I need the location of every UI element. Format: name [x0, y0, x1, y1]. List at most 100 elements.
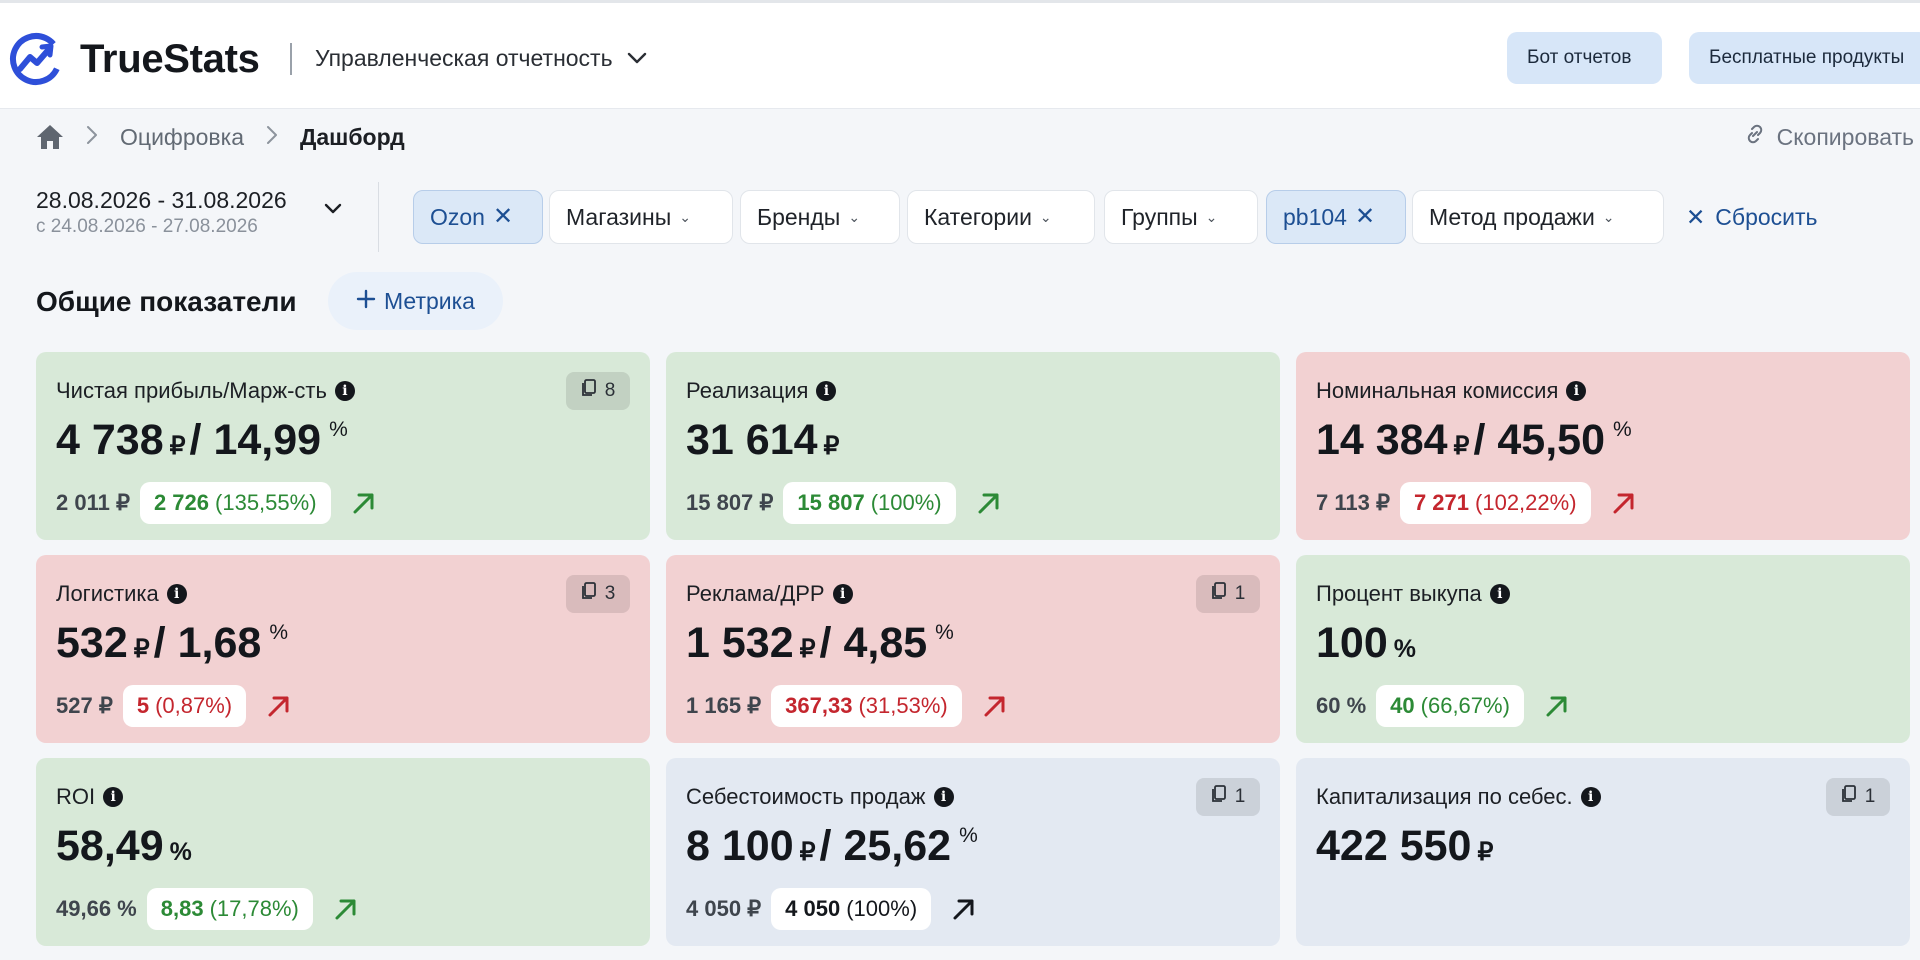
copy-link-label: Скопировать: [1776, 123, 1914, 150]
chevron-down-icon: [627, 52, 647, 64]
card-value-currency: ₽: [799, 635, 816, 663]
card-value-currency: ₽: [133, 635, 150, 663]
delta-percent: (100%): [870, 490, 942, 515]
info-icon[interactable]: i: [103, 787, 124, 807]
delta-value: 15 807: [797, 490, 865, 515]
free-products-button[interactable]: Бесплатные продукты: [1689, 32, 1920, 84]
filter-chip-sale-method[interactable]: Метод продажи ⌄: [1412, 190, 1664, 244]
card-title: ROI i: [56, 784, 124, 810]
document-icon: [581, 582, 597, 606]
card-value-number: 100: [1316, 619, 1388, 667]
header-divider: [290, 43, 292, 75]
card-value-number: 422 550: [1316, 822, 1472, 870]
info-icon[interactable]: i: [1580, 787, 1601, 807]
metric-card-roi[interactable]: ROI i 58,49% 49,66 % 8,83 (17,78%): [36, 758, 650, 946]
delta-percent: (100%): [846, 896, 918, 921]
truestats-logo-icon[interactable]: [8, 31, 64, 87]
card-value-percent: 4,85: [843, 619, 928, 667]
delta-pill: 5 (0,87%): [122, 685, 247, 727]
badge-count: 1: [1234, 786, 1246, 807]
filter-chip-marketplace[interactable]: Ozon ✕: [413, 190, 543, 244]
info-icon[interactable]: i: [816, 381, 837, 401]
filter-divider: [378, 182, 379, 252]
plus-icon: [356, 288, 376, 315]
metric-card-buyout-rate[interactable]: Процент выкупа i 100% 60 % 40 (66,67%): [1296, 555, 1910, 743]
report-bot-button[interactable]: Бот отчетов: [1507, 32, 1662, 84]
delta-value: 5: [136, 693, 150, 718]
filter-chip-categories[interactable]: Категории ⌄: [907, 190, 1095, 244]
filter-chip-brands[interactable]: Бренды ⌄: [740, 190, 900, 244]
card-value-number: 31 614: [686, 416, 818, 464]
info-icon[interactable]: i: [334, 381, 355, 401]
card-value: 532 ₽/1,68%: [56, 619, 288, 668]
card-comparison: 527 ₽ 5 (0,87%): [56, 685, 292, 727]
card-count-badge[interactable]: 3: [566, 575, 630, 613]
card-value-percent: 25,62: [843, 822, 952, 870]
filter-chip-pb104[interactable]: pb104 ✕: [1266, 190, 1406, 244]
info-icon[interactable]: i: [1489, 584, 1510, 604]
percent-sign: %: [935, 621, 954, 644]
breadcrumb: Оцифровка Дашборд: [36, 118, 405, 156]
previous-value: 49,66 %: [56, 896, 137, 921]
metric-card-cost-of-sales[interactable]: Себестоимость продаж i 1 8 100 ₽/25,62% 4 …: [666, 758, 1280, 946]
copy-link-button[interactable]: Скопировать: [1743, 118, 1914, 156]
date-range-compare: с 24.08.2026 - 27.08.2026: [36, 216, 258, 237]
card-comparison: 1 165 ₽ 367,33 (31,53%): [686, 685, 1008, 727]
card-count-badge[interactable]: 1: [1196, 778, 1260, 816]
card-value-currency: ₽: [169, 432, 186, 460]
report-section-select[interactable]: Управленческая отчетность: [315, 33, 647, 83]
card-count-badge[interactable]: 1: [1826, 778, 1890, 816]
delta-pill: 15 807 (100%): [783, 482, 956, 524]
filter-chip-label: Категории: [924, 203, 1032, 230]
metric-card-commission[interactable]: Номинальная комиссия i 14 384 ₽/45,50% 7 1…: [1296, 352, 1910, 540]
card-title: Себестоимость продаж i: [686, 784, 954, 810]
add-metric-button[interactable]: Метрика: [328, 272, 503, 330]
chevron-down-icon: ⌄: [1602, 208, 1615, 225]
previous-value: 7 113 ₽: [1316, 490, 1390, 515]
filter-chip-groups[interactable]: Группы ⌄: [1104, 190, 1258, 244]
card-count-badge[interactable]: 1: [1196, 575, 1260, 613]
chevron-down-icon: ⌄: [1205, 208, 1218, 225]
card-value-currency: ₽: [799, 838, 816, 866]
previous-value: 2 011 ₽: [56, 490, 130, 515]
card-title-text: Номинальная комиссия: [1316, 378, 1559, 403]
brand-name[interactable]: TrueStats: [80, 31, 260, 87]
info-icon[interactable]: i: [832, 584, 853, 604]
home-icon[interactable]: [36, 124, 64, 150]
metric-card-ads[interactable]: Реклама/ДРР i 1 1 532 ₽/4,85% 1 165 ₽ 367,…: [666, 555, 1280, 743]
card-count-badge[interactable]: 8: [566, 372, 630, 410]
badge-count: 1: [1864, 786, 1876, 807]
reset-filters-button[interactable]: ✕ Сбросить: [1686, 190, 1818, 244]
card-value-number: 58,49: [56, 822, 164, 870]
link-icon: [1743, 122, 1767, 152]
info-icon[interactable]: i: [933, 787, 954, 807]
previous-value: 60 %: [1316, 693, 1367, 718]
metric-card-sales[interactable]: Реализация i 31 614 ₽ 15 807 ₽ 15 807 (100%…: [666, 352, 1280, 540]
delta-value: 367,33: [785, 693, 853, 718]
date-range-picker[interactable]: 28.08.2026 - 31.08.2026 с 24.08.2026 - 2…: [36, 185, 356, 245]
close-icon[interactable]: ✕: [1355, 205, 1375, 229]
metric-card-net-profit[interactable]: Чистая прибыль/Марж-сть i 8 4 738 ₽/14,99%…: [36, 352, 650, 540]
arrow-up-right-icon: [1544, 693, 1570, 719]
delta-pill: 7 271 (102,22%): [1399, 482, 1591, 524]
metric-card-capitalization[interactable]: Капитализация по себес. i 1 422 550 ₽: [1296, 758, 1910, 946]
filter-chip-stores[interactable]: Магазины ⌄: [549, 190, 733, 244]
breadcrumb-item-digitization[interactable]: Оцифровка: [120, 124, 244, 151]
close-icon[interactable]: ✕: [493, 205, 513, 229]
arrow-up-right-icon: [266, 693, 292, 719]
chevron-down-icon[interactable]: [324, 202, 342, 220]
delta-percent: (135,55%): [215, 490, 317, 515]
delta-percent: (0,87%): [155, 693, 233, 718]
card-title: Реализация i: [686, 378, 837, 404]
card-comparison: 60 % 40 (66,67%): [1316, 685, 1570, 727]
delta-value: 4 050: [785, 896, 841, 921]
card-value: 31 614 ₽: [686, 416, 839, 465]
add-metric-label: Метрика: [384, 287, 475, 314]
card-value: 58,49%: [56, 822, 192, 871]
app-header: TrueStats Управленческая отчетность Бот …: [0, 3, 1920, 109]
delta-value: 8,83: [160, 896, 204, 921]
card-value-number: 14 384: [1316, 416, 1448, 464]
info-icon[interactable]: i: [1566, 381, 1587, 401]
metric-card-logistics[interactable]: Логистика i 3 532 ₽/1,68% 527 ₽ 5 (0,87%): [36, 555, 650, 743]
info-icon[interactable]: i: [166, 584, 187, 604]
